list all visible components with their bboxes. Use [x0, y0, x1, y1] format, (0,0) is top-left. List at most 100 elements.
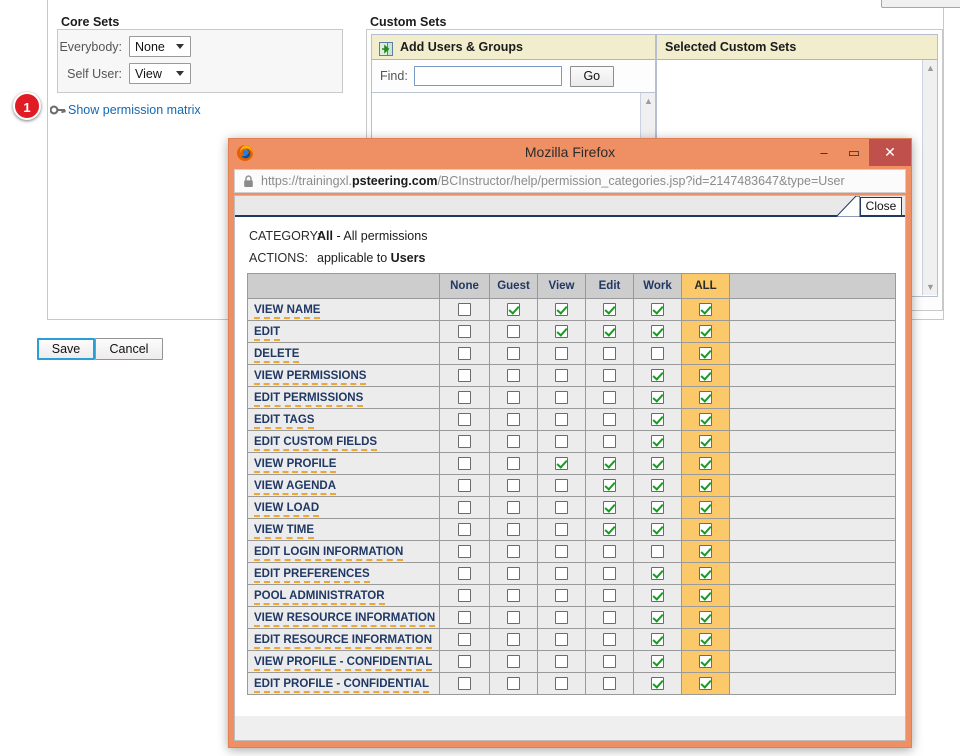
permission-checkbox-cell-view[interactable] — [537, 298, 586, 321]
permission-link[interactable]: VIEW LOAD — [254, 502, 320, 517]
checkbox[interactable] — [555, 588, 568, 602]
checkbox[interactable] — [603, 632, 616, 646]
close-window-button[interactable]: ✕ — [869, 139, 911, 166]
permission-checkbox-cell-work[interactable] — [633, 650, 682, 673]
permission-checkbox-cell-all[interactable] — [681, 496, 730, 519]
permission-checkbox-cell-none[interactable] — [439, 408, 490, 431]
permission-checkbox-cell-edit[interactable] — [585, 474, 634, 497]
permission-checkbox-cell-none[interactable] — [439, 386, 490, 409]
checkbox[interactable] — [555, 522, 568, 536]
permission-checkbox-cell-none[interactable] — [439, 584, 490, 607]
permission-checkbox-cell-work[interactable] — [633, 562, 682, 585]
permission-checkbox-cell-view[interactable] — [537, 672, 586, 695]
checkbox[interactable] — [507, 610, 520, 624]
checkbox[interactable] — [555, 390, 568, 404]
permission-checkbox-cell-edit[interactable] — [585, 584, 634, 607]
checkbox[interactable] — [507, 654, 520, 668]
permission-checkbox-cell-view[interactable] — [537, 606, 586, 629]
scroll-up-icon[interactable]: ▲ — [644, 97, 653, 106]
permission-checkbox-cell-all[interactable] — [681, 540, 730, 563]
maximize-button[interactable]: ▭ — [839, 139, 869, 166]
permission-checkbox-cell-guest[interactable] — [489, 474, 538, 497]
checkbox[interactable] — [699, 302, 712, 316]
permission-link[interactable]: EDIT CUSTOM FIELDS — [254, 436, 378, 451]
permission-checkbox-cell-none[interactable] — [439, 628, 490, 651]
checkbox[interactable] — [458, 544, 471, 558]
checkbox[interactable] — [458, 654, 471, 668]
checkbox[interactable] — [507, 434, 520, 448]
checkbox[interactable] — [603, 412, 616, 426]
permission-link[interactable]: EDIT PROFILE - CONFIDENTIAL — [254, 678, 430, 693]
checkbox[interactable] — [699, 478, 712, 492]
checkbox[interactable] — [458, 302, 471, 316]
checkbox[interactable] — [507, 544, 520, 558]
selected-sets-scrollbar[interactable]: ▲ ▼ — [922, 60, 937, 295]
permission-link[interactable]: EDIT PERMISSIONS — [254, 392, 364, 407]
url-bar[interactable]: https://trainingxl.psteering.com/BCInstr… — [234, 169, 906, 193]
checkbox[interactable] — [699, 456, 712, 470]
checkbox[interactable] — [603, 522, 616, 536]
checkbox[interactable] — [507, 324, 520, 338]
permission-checkbox-cell-all[interactable] — [681, 474, 730, 497]
permission-link[interactable]: VIEW PROFILE — [254, 458, 337, 473]
permission-link[interactable]: VIEW PERMISSIONS — [254, 370, 367, 385]
permission-checkbox-cell-guest[interactable] — [489, 452, 538, 475]
find-input[interactable] — [413, 66, 562, 86]
checkbox[interactable] — [555, 500, 568, 514]
close-button[interactable]: Close — [860, 197, 902, 216]
permission-checkbox-cell-work[interactable] — [633, 386, 682, 409]
permission-checkbox-cell-view[interactable] — [537, 518, 586, 541]
checkbox[interactable] — [507, 368, 520, 382]
permission-checkbox-cell-all[interactable] — [681, 606, 730, 629]
permission-checkbox-cell-guest[interactable] — [489, 320, 538, 343]
permission-checkbox-cell-view[interactable] — [537, 540, 586, 563]
checkbox[interactable] — [699, 324, 712, 338]
checkbox[interactable] — [458, 676, 471, 690]
permission-checkbox-cell-none[interactable] — [439, 650, 490, 673]
checkbox[interactable] — [555, 434, 568, 448]
permission-checkbox-cell-edit[interactable] — [585, 342, 634, 365]
checkbox[interactable] — [458, 522, 471, 536]
permission-checkbox-cell-edit[interactable] — [585, 496, 634, 519]
self-user-select-wrap[interactable]: NoneGuestViewEditWorkALL — [129, 63, 191, 84]
checkbox[interactable] — [458, 324, 471, 338]
permission-link[interactable]: EDIT RESOURCE INFORMATION — [254, 634, 433, 649]
checkbox[interactable] — [458, 500, 471, 514]
scroll-up-icon[interactable]: ▲ — [926, 64, 935, 73]
checkbox[interactable] — [651, 302, 664, 316]
permission-checkbox-cell-work[interactable] — [633, 364, 682, 387]
permission-checkbox-cell-edit[interactable] — [585, 386, 634, 409]
checkbox[interactable] — [699, 346, 712, 360]
checkbox[interactable] — [603, 676, 616, 690]
checkbox[interactable] — [507, 588, 520, 602]
checkbox[interactable] — [651, 368, 664, 382]
everybody-select-wrap[interactable]: NoneGuestViewEditWorkALL — [129, 36, 191, 57]
permission-checkbox-cell-all[interactable] — [681, 650, 730, 673]
permission-checkbox-cell-guest[interactable] — [489, 408, 538, 431]
checkbox[interactable] — [555, 676, 568, 690]
permission-link[interactable]: DELETE — [254, 348, 300, 363]
checkbox[interactable] — [699, 566, 712, 580]
permission-checkbox-cell-view[interactable] — [537, 408, 586, 431]
checkbox[interactable] — [699, 500, 712, 514]
permission-checkbox-cell-edit[interactable] — [585, 298, 634, 321]
checkbox[interactable] — [507, 632, 520, 646]
permission-checkbox-cell-guest[interactable] — [489, 386, 538, 409]
permission-checkbox-cell-guest[interactable] — [489, 298, 538, 321]
permission-link[interactable]: VIEW TIME — [254, 524, 315, 539]
scroll-down-icon[interactable]: ▼ — [926, 283, 935, 292]
checkbox[interactable] — [603, 544, 616, 558]
checkbox[interactable] — [555, 654, 568, 668]
permission-checkbox-cell-none[interactable] — [439, 540, 490, 563]
permission-checkbox-cell-work[interactable] — [633, 298, 682, 321]
checkbox[interactable] — [458, 610, 471, 624]
checkbox[interactable] — [507, 346, 520, 360]
permission-checkbox-cell-guest[interactable] — [489, 342, 538, 365]
permission-checkbox-cell-view[interactable] — [537, 562, 586, 585]
top-partial-button[interactable] — [881, 0, 960, 8]
permission-checkbox-cell-work[interactable] — [633, 408, 682, 431]
checkbox[interactable] — [651, 478, 664, 492]
permission-checkbox-cell-view[interactable] — [537, 320, 586, 343]
checkbox[interactable] — [651, 610, 664, 624]
checkbox[interactable] — [458, 456, 471, 470]
